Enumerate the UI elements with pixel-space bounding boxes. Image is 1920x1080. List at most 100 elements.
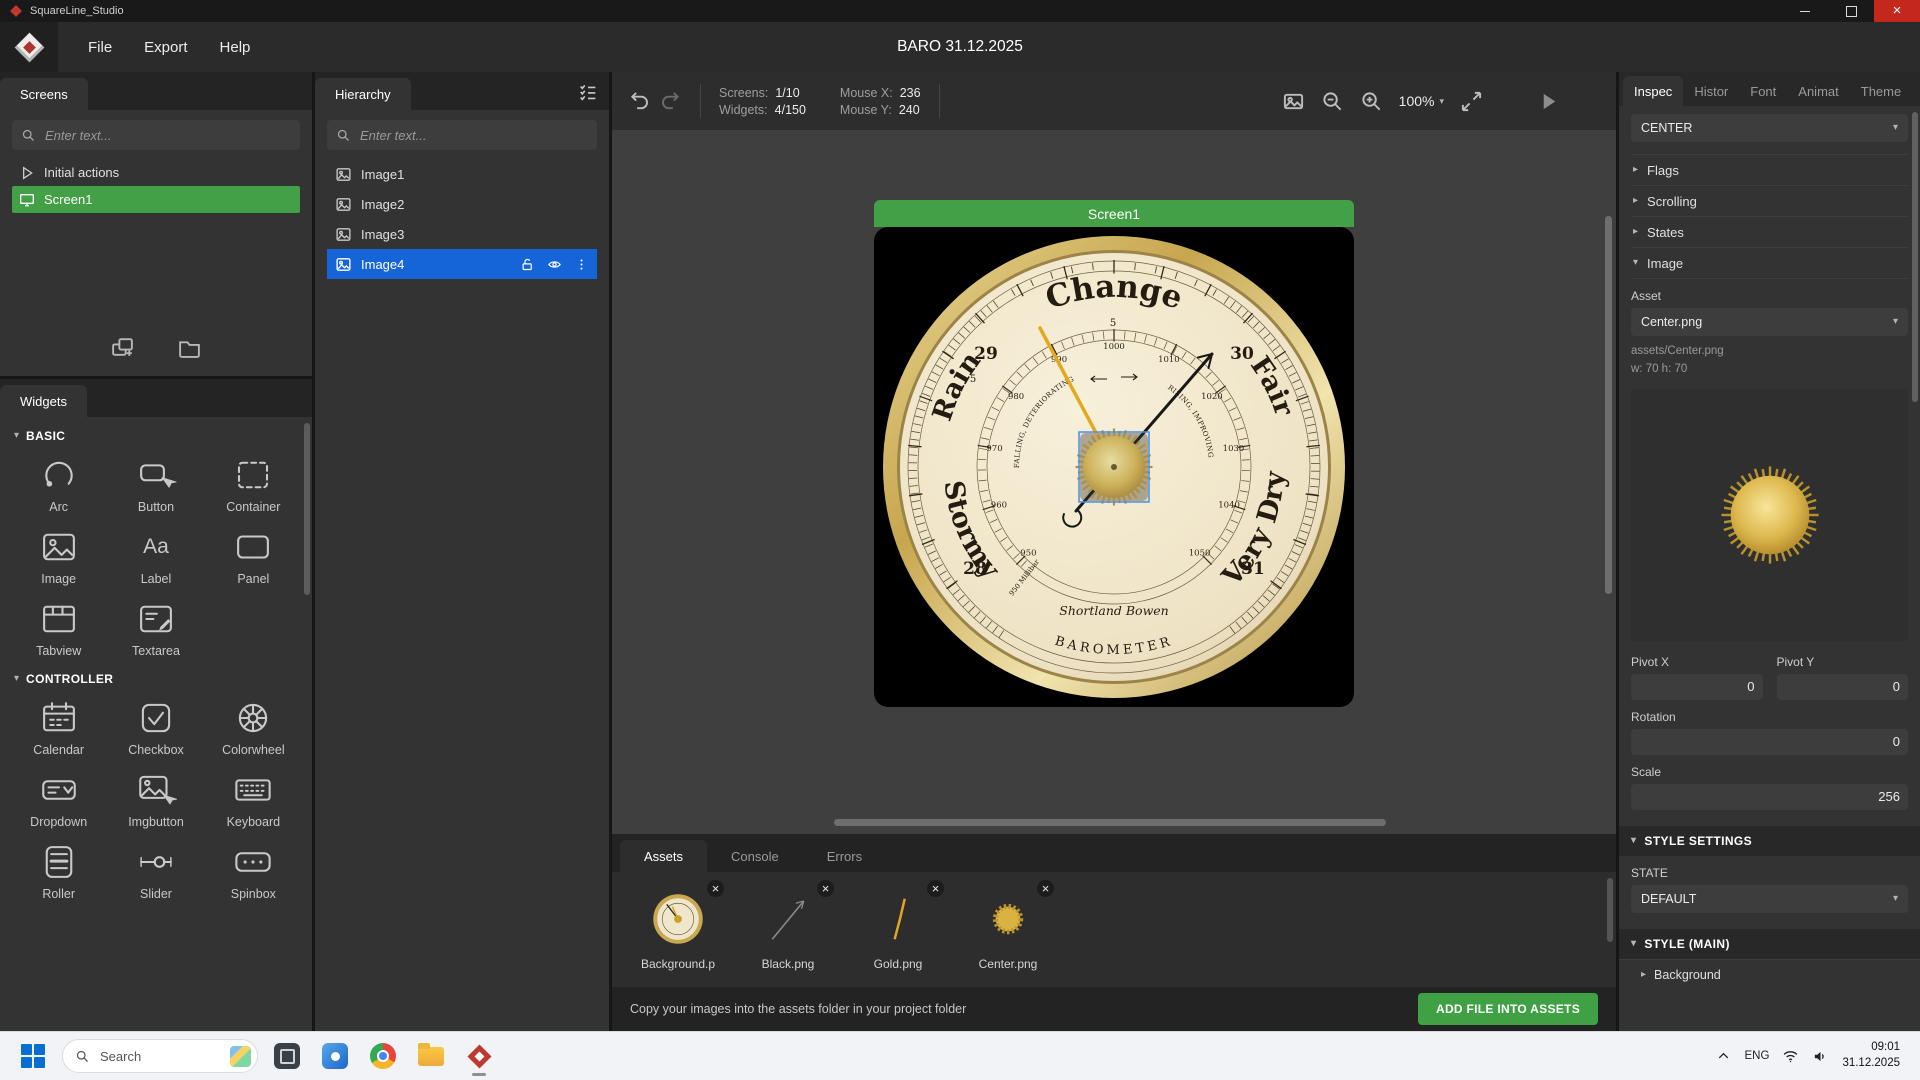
- section-scrolling[interactable]: Scrolling: [1631, 186, 1908, 217]
- rotation-field[interactable]: [1631, 729, 1908, 755]
- asset-background[interactable]: Background.p: [630, 888, 726, 971]
- delete-asset-icon[interactable]: [817, 880, 834, 897]
- tab-inspector[interactable]: Inspec: [1623, 76, 1683, 106]
- unlock-icon[interactable]: [520, 257, 535, 272]
- network-icon[interactable]: [1782, 1048, 1799, 1065]
- section-states[interactable]: States: [1631, 217, 1908, 248]
- tab-history[interactable]: Histor: [1683, 76, 1739, 106]
- inspector-scrollbar[interactable]: [1912, 112, 1918, 402]
- assets-scrollbar[interactable]: [1607, 878, 1613, 942]
- widget-arc[interactable]: Arc: [10, 450, 107, 518]
- add-screen-icon[interactable]: [110, 335, 135, 360]
- tab-widgets[interactable]: Widgets: [0, 385, 87, 417]
- screen-item-screen1[interactable]: Screen1: [12, 186, 300, 213]
- tab-console[interactable]: Console: [707, 840, 803, 872]
- delete-asset-icon[interactable]: [707, 880, 724, 897]
- widget-imgbutton[interactable]: Imgbutton: [107, 765, 204, 833]
- device-screen[interactable]: 950960970980990100010101020103010401050 …: [874, 227, 1354, 707]
- widget-tabview[interactable]: Tabview: [10, 594, 107, 662]
- search-highlight-icon[interactable]: [230, 1046, 251, 1067]
- hierarchy-search-input[interactable]: [358, 127, 588, 144]
- taskbar-app-1[interactable]: [268, 1034, 306, 1078]
- widget-colorwheel[interactable]: Colorwheel: [205, 693, 302, 761]
- undo-icon[interactable]: [628, 90, 651, 113]
- taskbar-squareline[interactable]: [460, 1034, 498, 1078]
- eye-icon[interactable]: [547, 257, 562, 272]
- taskbar-file-explorer[interactable]: [412, 1034, 450, 1078]
- asset-black-needle[interactable]: Black.png: [740, 888, 836, 971]
- taskbar-clock[interactable]: 09:01 31.12.2025: [1842, 1040, 1900, 1071]
- menu-file[interactable]: File: [72, 39, 128, 56]
- minimize-button[interactable]: [1782, 0, 1828, 22]
- align-dropdown[interactable]: CENTER: [1631, 114, 1908, 142]
- screen-name-badge[interactable]: Screen1: [874, 200, 1354, 227]
- tab-theme[interactable]: Theme: [1850, 76, 1912, 106]
- hierarchy-item-image3[interactable]: Image3: [327, 219, 597, 249]
- screens-search[interactable]: [12, 120, 300, 150]
- hierarchy-search[interactable]: [327, 120, 597, 150]
- play-button[interactable]: [1537, 90, 1560, 113]
- hierarchy-item-image2[interactable]: Image2: [327, 189, 597, 219]
- tab-font[interactable]: Font: [1739, 76, 1787, 106]
- taskbar-app-2[interactable]: [316, 1034, 354, 1078]
- widget-keyboard[interactable]: Keyboard: [205, 765, 302, 833]
- language-indicator[interactable]: ENG: [1745, 1050, 1770, 1062]
- widget-checkbox[interactable]: Checkbox: [107, 693, 204, 761]
- barometer-image[interactable]: 950960970980990100010101020103010401050 …: [874, 227, 1354, 707]
- start-button[interactable]: [14, 1034, 52, 1078]
- kebab-menu-icon[interactable]: [574, 257, 589, 272]
- canvas-vertical-scrollbar[interactable]: [1605, 216, 1612, 594]
- widget-roller[interactable]: Roller: [10, 837, 107, 905]
- hierarchy-item-image1[interactable]: Image1: [327, 159, 597, 189]
- widget-section-basic[interactable]: BASIC: [10, 419, 302, 450]
- maximize-button[interactable]: [1828, 0, 1874, 22]
- zoom-level-dropdown[interactable]: 100%: [1399, 93, 1444, 109]
- widget-panel[interactable]: Panel: [205, 522, 302, 590]
- taskbar-browser[interactable]: [364, 1034, 402, 1078]
- image-overlay-icon[interactable]: [1282, 90, 1305, 113]
- canvas-horizontal-scrollbar[interactable]: [834, 819, 1386, 826]
- widget-image[interactable]: Image: [10, 522, 107, 590]
- asset-gold-needle[interactable]: Gold.png: [850, 888, 946, 971]
- style-settings-header[interactable]: STYLE SETTINGS: [1619, 826, 1920, 856]
- menu-export[interactable]: Export: [128, 39, 203, 56]
- widget-textarea[interactable]: Textarea: [107, 594, 204, 662]
- widgets-scrollbar[interactable]: [304, 423, 310, 595]
- tab-hierarchy[interactable]: Hierarchy: [315, 78, 411, 110]
- taskbar-search[interactable]: [62, 1039, 258, 1073]
- zoom-out-icon[interactable]: [1321, 90, 1344, 113]
- delete-asset-icon[interactable]: [1037, 880, 1054, 897]
- pivot-y-field[interactable]: [1777, 674, 1909, 700]
- taskbar-search-input[interactable]: [98, 1048, 222, 1065]
- fit-screen-icon[interactable]: [1460, 90, 1483, 113]
- section-image[interactable]: Image: [1631, 248, 1908, 279]
- widget-spinbox[interactable]: Spinbox: [205, 837, 302, 905]
- widget-container[interactable]: Container: [205, 450, 302, 518]
- asset-center[interactable]: Center.png: [960, 888, 1056, 971]
- scale-field[interactable]: [1631, 784, 1908, 810]
- add-file-button[interactable]: ADD FILE INTO ASSETS: [1418, 993, 1598, 1025]
- initial-actions-item[interactable]: Initial actions: [12, 159, 300, 186]
- style-background-item[interactable]: Background: [1619, 959, 1920, 990]
- asset-dropdown[interactable]: Center.png: [1631, 308, 1908, 336]
- menu-help[interactable]: Help: [204, 39, 267, 56]
- delete-asset-icon[interactable]: [927, 880, 944, 897]
- tray-chevron-icon[interactable]: [1715, 1048, 1732, 1065]
- style-main-header[interactable]: STYLE (MAIN): [1619, 929, 1920, 959]
- zoom-in-icon[interactable]: [1360, 90, 1383, 113]
- redo-icon[interactable]: [659, 90, 682, 113]
- list-options-icon[interactable]: [577, 81, 599, 103]
- tab-assets[interactable]: Assets: [620, 840, 707, 872]
- section-flags[interactable]: Flags: [1631, 155, 1908, 186]
- selection-outline[interactable]: [1079, 432, 1149, 502]
- pivot-x-field[interactable]: [1631, 674, 1763, 700]
- widget-section-controller[interactable]: CONTROLLER: [10, 662, 302, 693]
- state-dropdown[interactable]: DEFAULT: [1631, 885, 1908, 913]
- close-button[interactable]: [1874, 0, 1920, 22]
- widget-slider[interactable]: Slider: [107, 837, 204, 905]
- volume-icon[interactable]: [1812, 1048, 1829, 1065]
- hierarchy-item-image4[interactable]: Image4: [327, 249, 597, 279]
- tab-errors[interactable]: Errors: [803, 840, 886, 872]
- widget-dropdown[interactable]: Dropdown: [10, 765, 107, 833]
- tab-animations[interactable]: Animat: [1787, 76, 1849, 106]
